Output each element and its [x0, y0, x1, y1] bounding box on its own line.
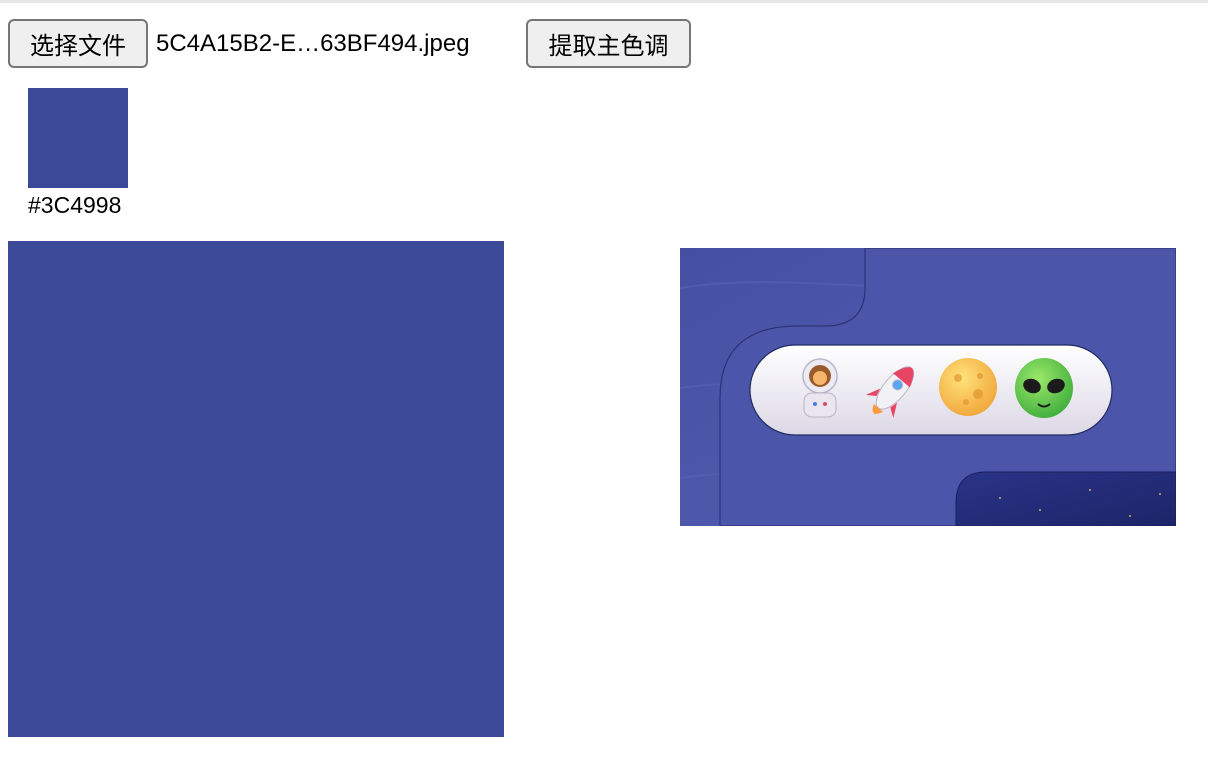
moon-icon — [939, 358, 997, 416]
selected-file-name: 5C4A15B2-E…63BF494.jpeg — [156, 29, 470, 57]
toolbar: 选择文件 5C4A15B2-E…63BF494.jpeg 提取主色调 — [8, 19, 691, 68]
extract-dominant-color-button[interactable]: 提取主色调 — [526, 19, 691, 68]
color-hex-label: #3C4998 — [28, 192, 122, 218]
choose-file-button[interactable]: 选择文件 — [8, 19, 148, 68]
night-sky-corner — [955, 471, 1176, 526]
top-divider — [0, 0, 1208, 3]
color-result: #3C4998 — [28, 88, 128, 219]
astronaut-icon — [802, 358, 838, 418]
color-swatch — [28, 88, 128, 188]
dominant-color-preview — [8, 241, 504, 737]
uploaded-image — [680, 248, 1176, 526]
alien-icon — [1015, 358, 1073, 418]
